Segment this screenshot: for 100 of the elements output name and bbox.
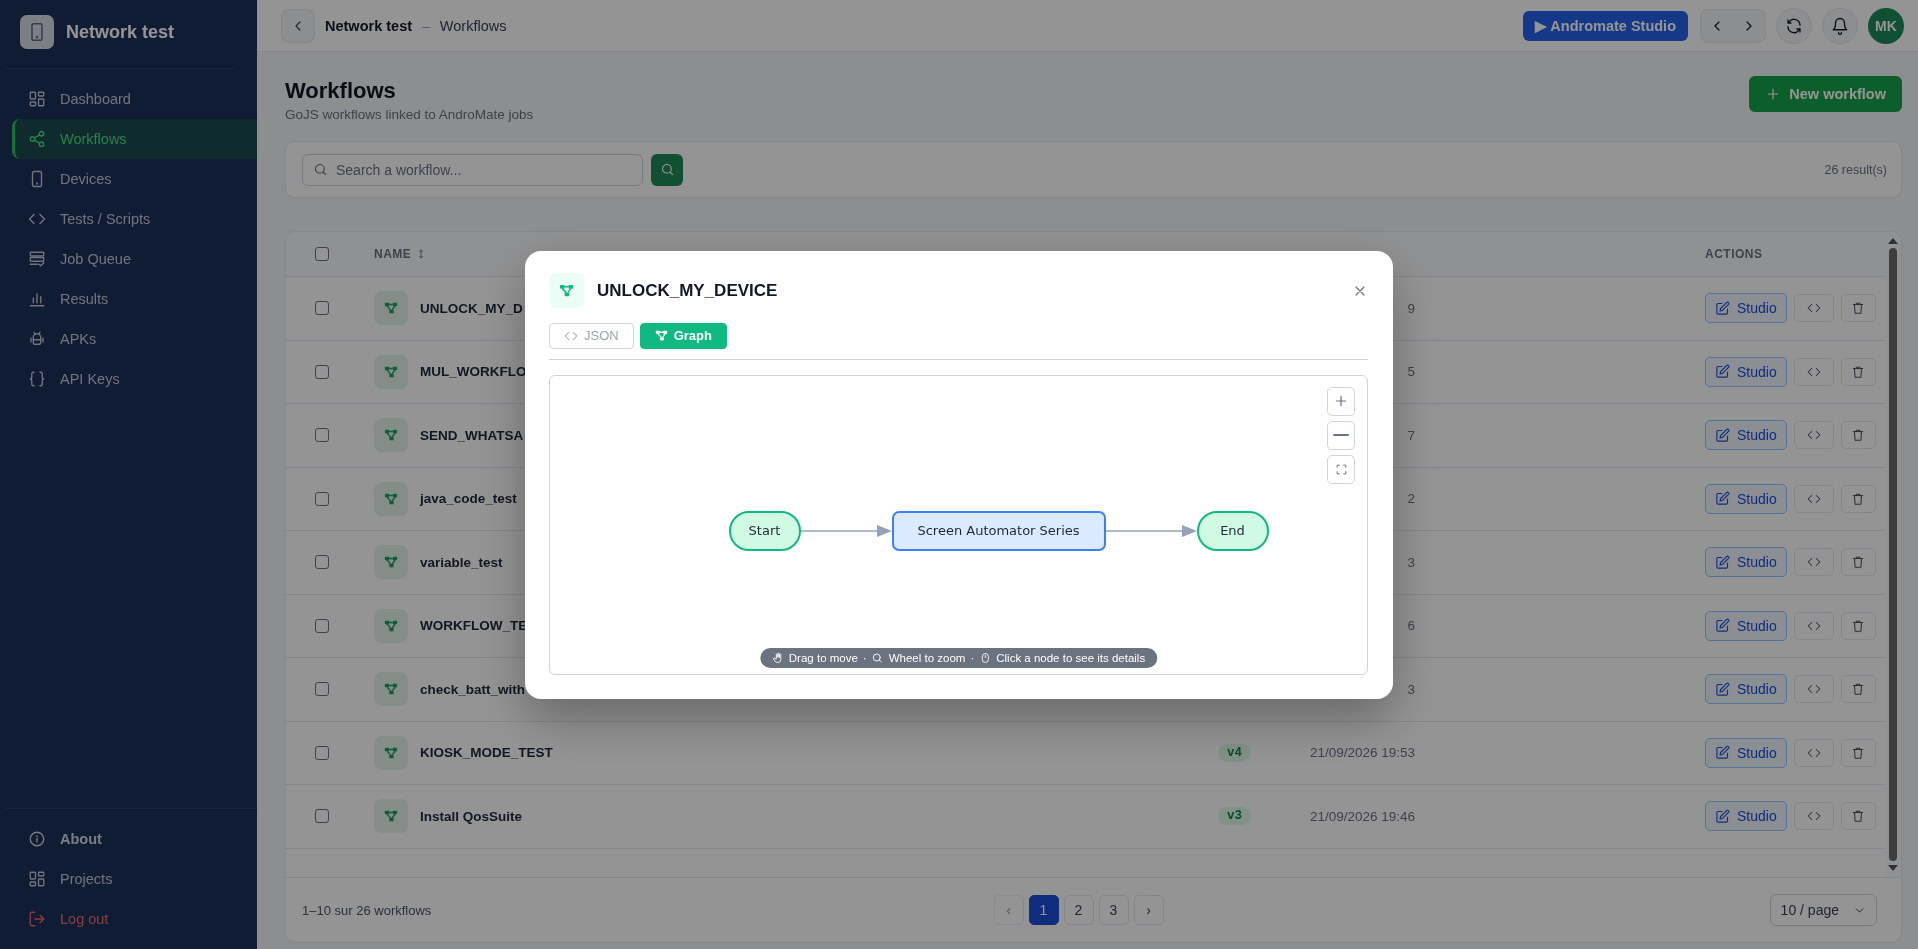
updated-date: 6 (1407, 618, 1415, 634)
row-checkbox[interactable] (315, 682, 329, 697)
zoom-in-button[interactable] (1327, 386, 1355, 416)
sidebar-item[interactable]: Projects (12, 859, 257, 899)
workflow-icon (384, 491, 398, 506)
delete-button[interactable] (1840, 611, 1876, 640)
studio-button[interactable]: Studio (1705, 293, 1787, 324)
android-icon (28, 330, 46, 348)
updated-date: 9 (1407, 300, 1415, 316)
hint-text: Wheel to zoom (888, 651, 966, 664)
share-icon (28, 130, 46, 148)
notifications-button[interactable] (1822, 7, 1858, 44)
bell-icon (1831, 16, 1849, 35)
trash-icon (1851, 745, 1866, 760)
fit-icon (1334, 462, 1348, 476)
trash-icon (1851, 682, 1866, 697)
row-checkbox[interactable] (315, 301, 329, 316)
search-icon (313, 162, 328, 177)
studio-button[interactable]: Studio (1705, 483, 1787, 514)
studio-button[interactable]: Studio (1705, 356, 1787, 387)
view-tab[interactable]: JSON (549, 322, 634, 349)
page-button[interactable]: 1 (1028, 895, 1059, 925)
edit-icon (1715, 427, 1730, 443)
sidebar-item[interactable]: Devices (12, 159, 257, 199)
page-size-select[interactable]: 10 / page (1769, 894, 1877, 926)
trash-icon (1851, 491, 1866, 506)
workflow-name: Install QosSuite (420, 808, 523, 824)
workflow-icon (384, 809, 398, 824)
sidebar-item[interactable]: About (12, 819, 257, 859)
terminal-node[interactable]: Start (728, 510, 801, 551)
studio-button[interactable]: ▶ Andromate Studio (1522, 10, 1688, 41)
braces-icon (28, 370, 46, 388)
workflow-icon (384, 555, 398, 570)
back-button[interactable] (281, 8, 315, 43)
view-tab[interactable]: Graph (639, 322, 727, 349)
delete-button[interactable] (1840, 294, 1876, 323)
edit-icon (1715, 491, 1730, 507)
edit-icon (1715, 364, 1730, 380)
logout-link[interactable]: Log out (12, 899, 257, 939)
dialog-title: UNLOCK_MY_DEVICE (597, 280, 779, 301)
studio-button[interactable]: Studio (1705, 610, 1787, 641)
delete-button[interactable] (1840, 738, 1876, 767)
row-checkbox[interactable] (315, 364, 329, 379)
info-icon (28, 830, 46, 848)
workflow-name: UNLOCK_MY_D (420, 300, 523, 316)
updated-date: 7 (1407, 427, 1415, 443)
select-all-checkbox[interactable] (315, 247, 329, 261)
sidebar-item[interactable]: APKs (12, 319, 257, 359)
breadcrumb-current: Workflows (439, 17, 507, 34)
studio-button[interactable]: Studio (1705, 674, 1787, 705)
column-header[interactable]: NAME (374, 247, 428, 261)
refresh-button[interactable] (1776, 7, 1812, 44)
trash-icon (1851, 809, 1866, 824)
page-button[interactable]: 3 (1098, 895, 1129, 925)
breadcrumb-link[interactable]: Network test (325, 17, 413, 34)
page-button[interactable]: 2 (1063, 895, 1094, 925)
search-button[interactable] (651, 153, 683, 186)
sidebar-item[interactable]: Dashboard (12, 79, 257, 119)
edit-icon (1715, 808, 1730, 824)
row-checkbox[interactable] (315, 555, 329, 570)
workflow-icon (384, 428, 398, 443)
row-checkbox[interactable] (315, 618, 329, 633)
delete-button[interactable] (1840, 802, 1876, 831)
plus-icon (1333, 393, 1349, 409)
edit-icon (1715, 681, 1730, 697)
studio-button[interactable]: Studio (1705, 801, 1787, 832)
search-field[interactable]: Search a workflow... (302, 153, 643, 186)
page-subtitle: GoJS workflows linked to AndroMate jobs (285, 107, 534, 122)
zoom-out-button[interactable] (1327, 420, 1355, 450)
delete-button[interactable] (1840, 484, 1876, 513)
terminal-node[interactable]: End (1196, 510, 1269, 551)
user-avatar[interactable]: MK (1868, 7, 1904, 44)
sidebar-item[interactable]: Workflows (12, 119, 257, 159)
workflow-icon (384, 618, 398, 633)
scrollbar[interactable] (1885, 232, 1901, 877)
next-page-button[interactable]: › (1133, 895, 1164, 925)
step-node[interactable]: Screen Automator Series (891, 510, 1106, 551)
delete-button[interactable] (1840, 675, 1876, 704)
stack-icon (28, 250, 46, 268)
studio-button[interactable]: Studio (1705, 420, 1787, 451)
workflow-name: check_batt_with (420, 681, 526, 697)
workflow-icon (384, 364, 398, 379)
trash-icon (1851, 364, 1866, 379)
sidebar-item[interactable]: Tests / Scripts (12, 199, 257, 239)
delete-button[interactable] (1840, 421, 1876, 450)
studio-button[interactable]: Studio (1705, 547, 1787, 578)
delete-button[interactable] (1840, 357, 1876, 386)
new-workflow-button[interactable]: New workflow (1749, 76, 1902, 112)
sidebar-item[interactable]: Job Queue (12, 239, 257, 279)
pagination-summary: 1–10 sur 26 workflows (302, 902, 432, 918)
sidebar-item[interactable]: Results (12, 279, 257, 319)
delete-button[interactable] (1840, 548, 1876, 577)
row-checkbox[interactable] (315, 491, 329, 506)
sidebar-item[interactable]: API Keys (12, 359, 257, 399)
hint-separator: · (970, 651, 975, 664)
row-checkbox[interactable] (315, 428, 329, 443)
row-checkbox[interactable] (315, 745, 329, 760)
studio-button[interactable]: Studio (1705, 737, 1787, 768)
updated-date: 21/09/2026 19:46 (1309, 808, 1415, 824)
row-checkbox[interactable] (315, 809, 329, 824)
